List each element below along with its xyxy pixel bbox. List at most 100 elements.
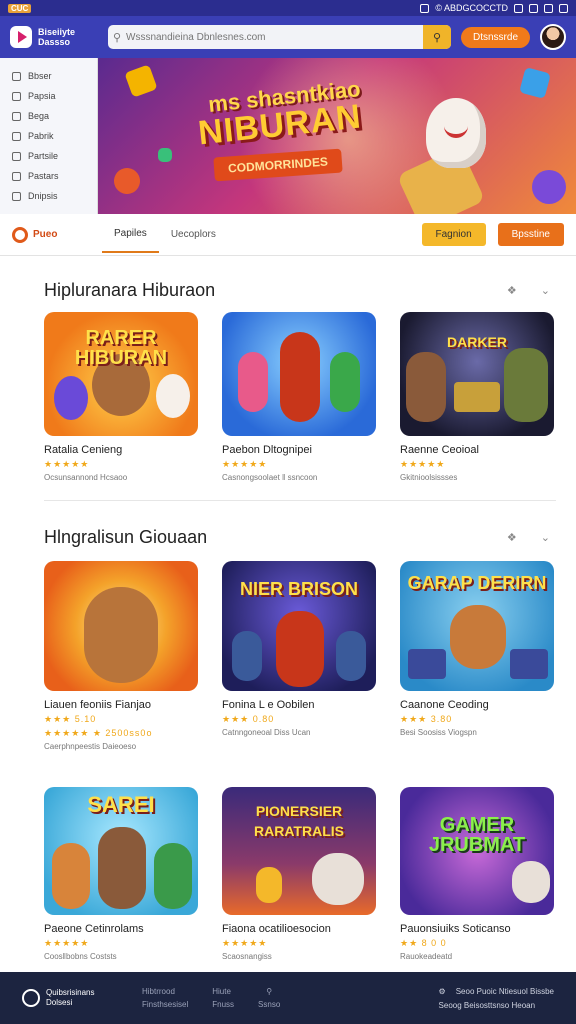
game-card[interactable]: GARAP DERIRN Caanone Ceoding ★★★ 3.80 Be… [400,561,556,751]
orange-action-button[interactable]: Bpsstine [497,223,564,246]
settings-icon[interactable]: ⚙ [439,987,446,996]
game-title: Caanone Ceoding [400,699,489,711]
footer-search[interactable]: ⚲ Ssnso [258,987,280,1009]
sidebar-item-4[interactable]: Partsile [0,146,97,166]
gamepad-icon[interactable]: ❖ [507,531,517,544]
tab-logo-label: Pueo [33,229,58,240]
footer-logo[interactable]: Quibsrisinans Dolsesi [22,988,142,1008]
mascot-figure [512,861,550,903]
game-thumbnail[interactable]: GARAP DERIRN [400,561,554,691]
game-card[interactable]: RARER HIBURAN Ratalia Cenieng ★★★★★ Ocsu… [44,312,200,482]
game-thumbnail[interactable]: GAMER JRUBMAT [400,787,554,915]
game-thumbnail[interactable]: RARER HIBURAN [44,312,198,436]
game-meta: Rauokeadeatd [400,952,453,961]
grid-icon [12,191,21,201]
search-input[interactable] [126,31,423,43]
sidebar-item-label: Pabrik [28,131,54,141]
rating-stars: ★★★★★ [44,938,90,948]
heart-icon [12,171,21,181]
game-card[interactable]: SAREI Paeone Cetinrolams ★★★★★ Coos‖bobn… [44,787,200,961]
candy-icon [109,163,145,199]
game-card[interactable]: Liauen feoniis Fianjao ★★★ 5.10 ★★★★★ ★ … [44,561,200,751]
gamepad-icon[interactable]: ❖ [507,284,517,297]
search-bar: ⚲ ⚲ [108,25,451,49]
rating-stars: ★★★ 3.80 [400,714,453,724]
tab-logo[interactable]: Pueo [12,226,102,243]
game-thumbnail[interactable]: PIONERSIER RARATRALIS [222,787,376,915]
bear-figure [450,605,506,669]
search-submit-button[interactable]: ⚲ [422,25,451,49]
kid-figure [154,843,192,909]
game-card[interactable]: Paebon Dltognipei ★★★★★ Casnongsoolaet ‖… [222,312,378,482]
warrior-figure [406,352,446,422]
mascot-illustration [426,98,486,168]
sidebar-item-label: Pastars [28,171,59,181]
thumbnail-title: GAMER JRUBMAT [428,814,526,856]
sidebar-item-label: Papsia [28,91,56,101]
thumbnail-title: DARKER [447,334,507,350]
chat-icon [22,989,40,1007]
game-title: Raenne Ceoioal [400,444,479,456]
signal-icon [529,3,538,13]
thumbnail-title: PIONERSIER RARATRALIS [254,803,344,839]
game-thumbnail[interactable]: NIER BRISON [222,561,376,691]
avatar[interactable] [540,24,566,50]
sidebar-item-label: Partsile [28,151,59,161]
dog-figure [84,587,158,683]
minion-figure [336,631,366,681]
rating-stars: ★★★★★ [222,938,268,948]
footer-logo-line2: Dolsesi [46,998,73,1007]
game-card[interactable]: GAMER JRUBMAT Pauonsiuiks Soticanso ★★ 8… [400,787,556,961]
rating-stars: ★★★ 0.80 [222,714,275,724]
game-thumbnail[interactable] [222,312,376,436]
game-meta: Catnngoneoal Diss Ucan [222,728,311,737]
game-thumbnail[interactable]: DARKER [400,312,554,436]
kid-figure [52,843,90,909]
sidebar-item-5[interactable]: Pastars [0,166,97,186]
footer-info-line2: Seoog Beisosttsnso Heoan [438,1000,536,1010]
game-card[interactable]: PIONERSIER RARATRALIS Fiaona ocatilioeso… [222,787,378,961]
game-meta: Scaosnangiss [222,952,272,961]
rating-stars: ★★★ 5.10 [44,714,97,724]
tab-bar: Pueo Papiles Uecoplors Fagnion Bpsstine [0,214,576,256]
yellow-action-button[interactable]: Fagnion [421,223,486,246]
thumbnail-title: NIER BRISON [239,579,358,599]
game-title: Paeone Cetinrolams [44,923,144,935]
orc-figure [504,348,548,422]
chevron-down-icon[interactable]: ⌄ [541,531,550,544]
tab-0[interactable]: Papiles [102,216,159,253]
menu-icon[interactable] [559,3,568,13]
sidebar-item-0[interactable]: Bbser [0,66,97,86]
sidebar-item-1[interactable]: Papsia [0,86,97,106]
game-title: Fonina L e Oobilen [222,699,315,711]
pet-figure [156,374,190,418]
top-bar: Biseiiyte Dassso ⚲ ⚲ Dtsnssrde [0,16,576,58]
chevron-down-icon[interactable]: ⌄ [541,284,550,297]
footer-link[interactable]: Fnuss [212,1000,234,1009]
site-logo[interactable]: Biseiiyte Dassso [10,26,98,48]
section-2: Hlngralisun Giouaan ❖ ⌄ Liauen feoniis F… [0,501,576,751]
game-card[interactable]: NIER BRISON Fonina L e Oobilen ★★★ 0.80 … [222,561,378,751]
thumbnail-title: RARER HIBURAN [74,327,168,369]
sidebar-item-2[interactable]: Bega [0,106,97,126]
rating-stars: ★★★★★ [400,459,446,469]
tab-1[interactable]: Uecoplors [159,217,228,252]
game-thumbnail[interactable]: SAREI [44,787,198,915]
gift-icon [12,111,21,121]
game-meta: Coos‖bobns Coststs [44,952,117,961]
gem-icon [158,148,172,162]
sidebar-item-6[interactable]: Dnipsis [0,186,97,206]
footer-link[interactable]: Finsthsesisel [142,1000,188,1009]
section-1: Hipluranara Hiburaon ❖ ⌄ RARER HIBURAN R… [0,256,576,501]
game-thumbnail[interactable] [44,561,198,691]
hero-banner[interactable]: ms shasntkiao NIBURAN CODMORRINDES [98,58,576,214]
game-card[interactable]: DARKER Raenne Ceoioal ★★★★★ Gkitnioolsis… [400,312,556,482]
footer-link[interactable]: Hibtrrood [142,987,188,996]
game-title: Fiaona ocatilioesocion [222,923,331,935]
search-icon: ⚲ [112,31,122,44]
signup-button[interactable]: Dtsnssrde [460,26,530,48]
sidebar-item-3[interactable]: Pabrik [0,126,97,146]
footer-logo-line1: Quibsrisinans [46,988,95,997]
footer-link[interactable]: Hiute [212,987,234,996]
logo-line1: Biseiiyte [38,27,76,37]
